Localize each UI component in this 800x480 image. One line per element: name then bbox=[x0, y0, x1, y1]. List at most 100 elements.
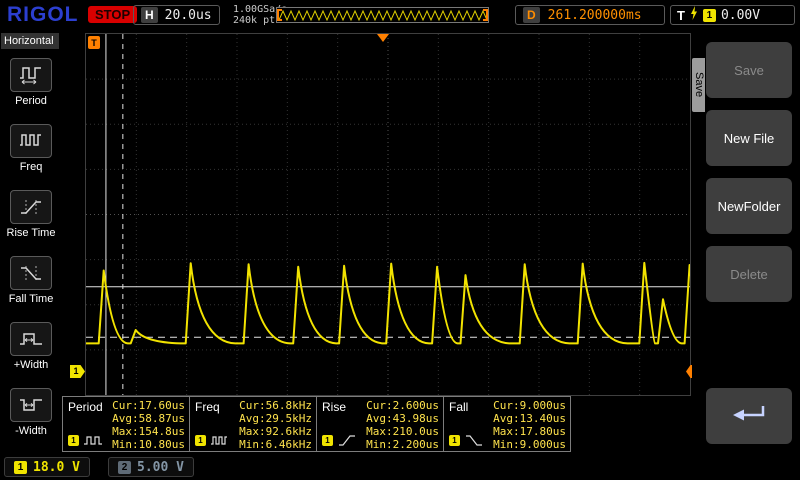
freq-icon bbox=[10, 124, 52, 158]
trigger-position-marker bbox=[377, 34, 390, 42]
delay-group: D 261.200000ms bbox=[515, 5, 665, 25]
left-measure-menu: Horizontal Period Freq Rise Time Fall Ti… bbox=[0, 30, 62, 454]
measurement-min: Min:2.200us bbox=[366, 438, 439, 451]
delay-key-label: D bbox=[523, 7, 540, 23]
ch1-source-badge: 1 bbox=[449, 435, 460, 446]
timebase-value: 20.0us bbox=[164, 7, 212, 23]
preview-left-bracket-icon bbox=[277, 9, 282, 21]
save-button[interactable]: Save bbox=[706, 42, 792, 98]
right-softkey-menu: Save Save New File NewFolder Delete bbox=[692, 30, 800, 480]
ch1-scale-value: 18.0 V bbox=[33, 459, 80, 475]
menu-item-label: Rise Time bbox=[6, 227, 56, 239]
measurement-values: Cur:2.600us Avg:43.98us Max:210.0us Min:… bbox=[366, 399, 439, 451]
new-folder-button[interactable]: NewFolder bbox=[706, 178, 792, 234]
ch1-source-badge: 1 bbox=[322, 435, 333, 446]
ch1-badge: 1 bbox=[14, 460, 27, 474]
measurement-avg: Avg:29.5kHz bbox=[239, 412, 312, 425]
menu-item-label: Period bbox=[15, 95, 47, 107]
measurement-name: Freq bbox=[195, 400, 220, 414]
menu-item-label: +Width bbox=[13, 359, 49, 371]
measurement-avg: Avg:43.98us bbox=[366, 412, 439, 425]
measurement-source: 1 bbox=[449, 434, 484, 447]
return-arrow-icon bbox=[727, 402, 771, 431]
waveform-display: T bbox=[85, 33, 691, 396]
trigger-key-label: T bbox=[677, 7, 685, 23]
rise-glyph-icon bbox=[339, 435, 355, 446]
measurement-min: Min:6.46kHz bbox=[239, 438, 312, 451]
run-status-badge: STOP bbox=[88, 6, 138, 23]
delay-value: 261.200000ms bbox=[547, 7, 642, 23]
new-file-button[interactable]: New File bbox=[706, 110, 792, 166]
measurement-name: Period bbox=[68, 400, 103, 414]
period-glyph-icon bbox=[84, 436, 102, 445]
ch1-source-badge: 1 bbox=[68, 435, 79, 446]
trigger-group: T 1 0.00V bbox=[670, 5, 795, 25]
menu-item-period[interactable]: Period bbox=[0, 58, 62, 107]
ch1-ground-marker: 1 bbox=[70, 364, 85, 378]
ch2-badge: 2 bbox=[118, 460, 131, 474]
measurement-name: Fall bbox=[449, 400, 469, 414]
measurement-source: 1 bbox=[195, 434, 230, 447]
measurement-min: Min:9.000us bbox=[493, 438, 566, 451]
status-bar: RIGOL STOP H 20.0us 1.00GSa/s 240k pts D… bbox=[0, 0, 800, 30]
measurement-panel-period: Period Cur:17.60us Avg:58.87us Max:154.8… bbox=[62, 396, 190, 452]
trigger-bolt-icon bbox=[690, 5, 698, 25]
measurement-cur: Cur:17.60us bbox=[112, 399, 185, 412]
trigger-level-value: 0.00V bbox=[720, 7, 761, 23]
preview-waveform-icon bbox=[278, 9, 488, 22]
waveform-trace bbox=[86, 261, 690, 345]
menu-item-label: Freq bbox=[19, 161, 43, 173]
measurement-values: Cur:56.8kHz Avg:29.5kHz Max:92.6kHz Min:… bbox=[239, 399, 312, 451]
measurement-row: Period Cur:17.60us Avg:58.87us Max:154.8… bbox=[62, 396, 571, 453]
measurement-cur: Cur:56.8kHz bbox=[239, 399, 312, 412]
measurement-name: Rise bbox=[322, 400, 347, 414]
measurement-cur: Cur:9.000us bbox=[493, 399, 566, 412]
ch1-source-badge: 1 bbox=[195, 435, 206, 446]
preview-right-bracket-icon bbox=[483, 9, 488, 21]
menu-item-fall-time[interactable]: Fall Time bbox=[0, 256, 62, 305]
measurement-source: 1 bbox=[68, 434, 103, 447]
menu-item-rise-time[interactable]: Rise Time bbox=[0, 190, 62, 239]
horizontal-position-preview bbox=[276, 7, 489, 23]
freq-glyph-icon bbox=[211, 436, 227, 445]
brand-logo: RIGOL bbox=[7, 3, 79, 26]
left-menu-title: Horizontal bbox=[1, 33, 59, 49]
measurement-cur: Cur:2.600us bbox=[366, 399, 439, 412]
measurement-avg: Avg:58.87us bbox=[112, 412, 185, 425]
minus-width-icon bbox=[10, 388, 52, 422]
fall-glyph-icon bbox=[466, 435, 482, 446]
return-button[interactable] bbox=[706, 388, 792, 444]
oscilloscope-screen: RIGOL STOP H 20.0us 1.00GSa/s 240k pts D… bbox=[0, 0, 800, 480]
plus-width-icon bbox=[10, 322, 52, 356]
menu-item-freq[interactable]: Freq bbox=[0, 124, 62, 173]
measurement-values: Cur:9.000us Avg:13.40us Max:17.80us Min:… bbox=[493, 399, 566, 451]
measurement-avg: Avg:13.40us bbox=[493, 412, 566, 425]
ch2-status[interactable]: 2 5.00 V bbox=[108, 457, 194, 477]
rise-time-icon bbox=[10, 190, 52, 224]
measurement-panel-rise: Rise Cur:2.600us Avg:43.98us Max:210.0us… bbox=[316, 396, 444, 452]
fall-time-icon bbox=[10, 256, 52, 290]
measurement-max: Max:154.8us bbox=[112, 425, 185, 438]
measurement-panel-freq: Freq Cur:56.8kHz Avg:29.5kHz Max:92.6kHz… bbox=[189, 396, 317, 452]
channel-status-bar: 1 18.0 V 2 5.00 V bbox=[0, 454, 692, 480]
ch1-status[interactable]: 1 18.0 V bbox=[4, 457, 90, 477]
horizontal-key-label: H bbox=[141, 7, 158, 23]
horizontal-settings-group: H 20.0us bbox=[133, 5, 220, 25]
measurement-max: Max:92.6kHz bbox=[239, 425, 312, 438]
menu-item-minus-width[interactable]: -Width bbox=[0, 388, 62, 437]
menu-tab-save: Save bbox=[692, 58, 705, 112]
trigger-offscreen-indicator: T bbox=[88, 36, 100, 49]
menu-item-plus-width[interactable]: +Width bbox=[0, 322, 62, 371]
measurement-max: Max:17.80us bbox=[493, 425, 566, 438]
measurement-panel-fall: Fall Cur:9.000us Avg:13.40us Max:17.80us… bbox=[443, 396, 571, 452]
trigger-source-badge: 1 bbox=[702, 8, 716, 22]
menu-item-label: -Width bbox=[15, 425, 47, 437]
menu-item-label: Fall Time bbox=[8, 293, 54, 305]
period-icon bbox=[10, 58, 52, 92]
ch2-scale-value: 5.00 V bbox=[137, 459, 184, 475]
measurement-min: Min:10.80us bbox=[112, 438, 185, 451]
measurement-source: 1 bbox=[322, 434, 357, 447]
measurement-max: Max:210.0us bbox=[366, 425, 439, 438]
delete-button[interactable]: Delete bbox=[706, 246, 792, 302]
measurement-values: Cur:17.60us Avg:58.87us Max:154.8us Min:… bbox=[112, 399, 185, 451]
